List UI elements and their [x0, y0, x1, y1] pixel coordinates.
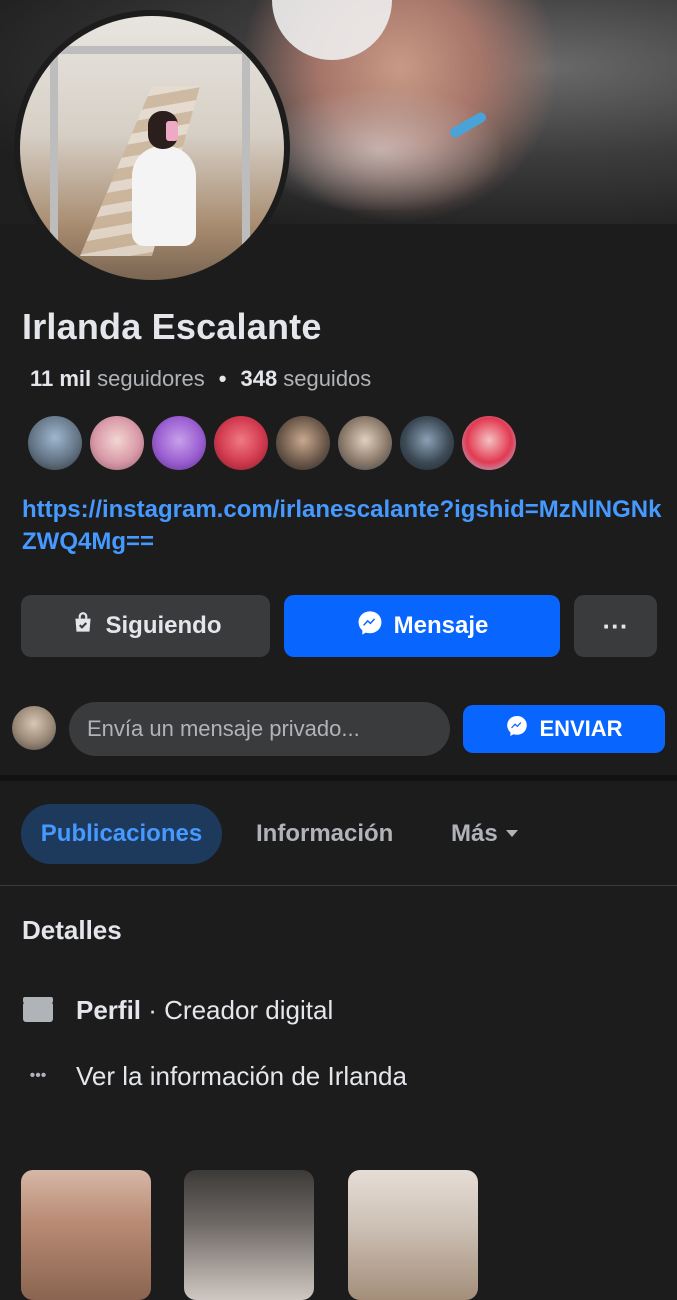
following-label[interactable]: seguidos — [283, 366, 371, 392]
mutual-friends — [28, 416, 516, 470]
profile-type-value: · Creador digital — [141, 994, 334, 1025]
photo-thumbnail[interactable] — [184, 1170, 314, 1300]
profile-stats: 11 mil seguidores • 348 seguidos — [30, 366, 371, 392]
mutual-avatar[interactable] — [28, 416, 82, 470]
following-button[interactable]: Siguiendo — [21, 595, 270, 657]
tabs-divider — [0, 885, 677, 886]
following-label: Siguiendo — [105, 612, 222, 639]
messenger-icon — [356, 609, 384, 644]
followers-label[interactable]: seguidores — [97, 366, 205, 392]
photo-thumbnail[interactable] — [348, 1170, 478, 1300]
more-dots-icon: ••• — [29, 1067, 47, 1084]
tab-more[interactable]: Más — [451, 804, 520, 864]
more-dots-icon: ··· — [602, 610, 629, 641]
message-label: Mensaje — [393, 612, 489, 639]
send-label: ENVIAR — [539, 716, 623, 741]
mutual-avatar[interactable] — [462, 416, 516, 470]
send-button[interactable]: ENVIAR — [463, 705, 665, 753]
mutual-avatar[interactable] — [276, 416, 330, 470]
tab-posts[interactable]: Publicaciones — [21, 804, 222, 864]
tab-more-label: Más — [451, 820, 498, 847]
stats-separator: • — [218, 366, 227, 391]
mutual-avatar[interactable] — [338, 416, 392, 470]
profile-picture-image — [20, 16, 284, 280]
tab-info[interactable]: Información — [256, 804, 393, 864]
messenger-icon — [505, 714, 529, 744]
details-title: Detalles — [22, 915, 122, 945]
private-message-input[interactable]: Envía un mensaje privado... — [69, 702, 450, 756]
detail-see-info[interactable]: ••• Ver la información de Irlanda — [22, 1060, 407, 1092]
photo-phone — [166, 121, 178, 141]
message-button[interactable]: Mensaje — [284, 595, 560, 657]
profile-name: Irlanda Escalante — [22, 306, 322, 347]
mutual-avatar[interactable] — [90, 416, 144, 470]
instagram-link[interactable]: https://instagram.com/irlanescalante?igs… — [22, 494, 662, 558]
detail-profile: Perfil · Creador digital — [22, 994, 333, 1026]
mutual-avatar[interactable] — [152, 416, 206, 470]
following-count[interactable]: 348 — [241, 366, 278, 392]
cover-foam — [260, 90, 500, 210]
clapperboard-icon — [22, 994, 54, 1026]
photo-thumbnail[interactable] — [21, 1170, 151, 1300]
see-info-label: Ver la información de Irlanda — [76, 1060, 407, 1091]
mutual-avatar[interactable] — [214, 416, 268, 470]
caret-down-icon — [504, 820, 520, 848]
section-divider — [0, 775, 677, 781]
followers-count[interactable]: 11 mil — [30, 366, 91, 392]
photo-person — [132, 146, 196, 246]
my-avatar — [12, 706, 56, 750]
profile-type-label: Perfil — [76, 994, 142, 1025]
following-icon — [70, 610, 96, 643]
more-options-button[interactable]: ··· — [574, 595, 657, 657]
profile-picture[interactable] — [14, 10, 290, 286]
mutual-avatar[interactable] — [400, 416, 454, 470]
